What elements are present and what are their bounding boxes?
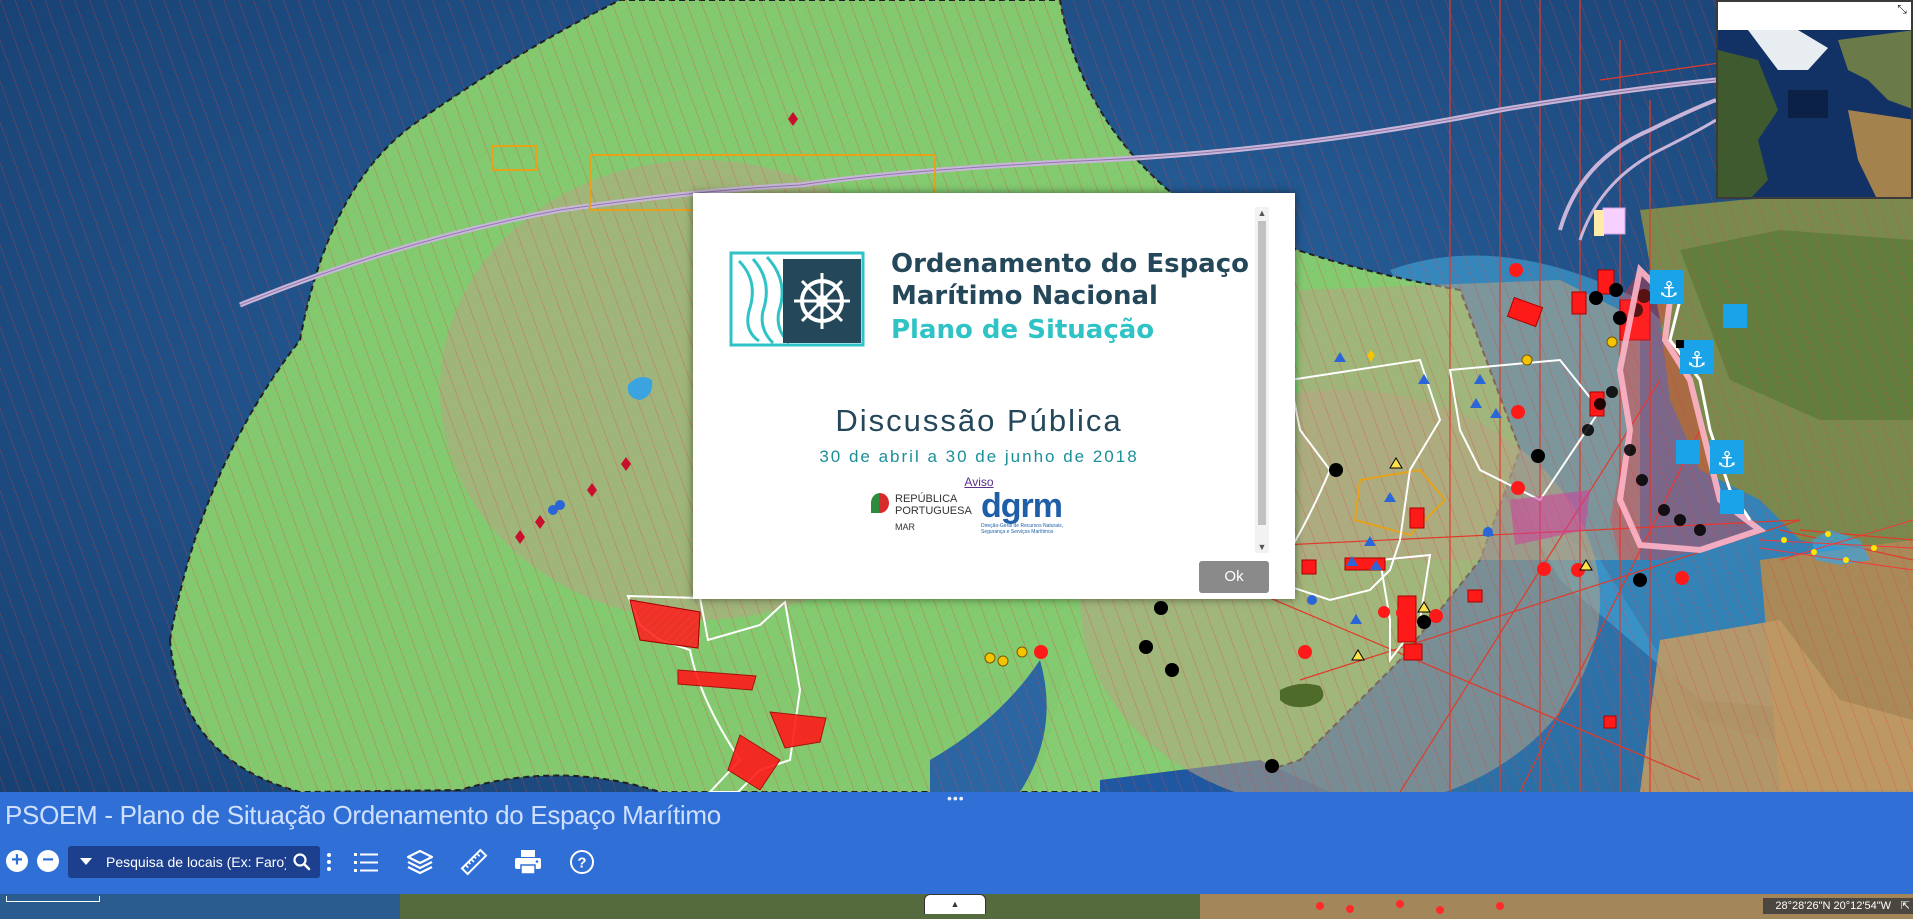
place-search — [68, 846, 320, 878]
republica-logo-line-2: PORTUGUESA — [895, 505, 972, 517]
chevron-up-icon: ▲ — [950, 899, 960, 909]
discussion-dates: 30 de abril a 30 de junho de 2018 — [819, 447, 1139, 466]
scroll-up-icon[interactable]: ▲ — [1255, 207, 1269, 219]
layers-icon[interactable] — [404, 846, 436, 878]
overview-map[interactable]: ⤡ — [1716, 0, 1913, 199]
list-icon[interactable] — [350, 846, 382, 878]
public-discussion-heading: Discussão Pública — [835, 403, 1123, 438]
dialog-content: Ordenamento do Espaço Marítimo Nacional … — [693, 193, 1265, 553]
notice-link[interactable]: Aviso — [693, 475, 1265, 489]
dialog-title-line-1: Ordenamento do Espaço — [891, 249, 1249, 279]
app-title: PSOEM - Plano de Situação Ordenamento do… — [5, 800, 721, 830]
republica-portuguesa-logo: REPÚBLICA PORTUGUESA MAR — [871, 491, 993, 533]
dgrm-logo: dgrm Direção-Geral de Recursos Naturais,… — [981, 489, 1081, 535]
scale-bar — [6, 896, 100, 902]
dialog-title-line-2: Marítimo Nacional — [891, 281, 1158, 311]
announcement-dialog: Ordenamento do Espaço Marítimo Nacional … — [693, 193, 1295, 599]
overview-map-header — [1718, 2, 1911, 30]
psoem-logo-icon — [729, 251, 865, 347]
dialog-scrollbar[interactable]: ▲ ▼ — [1255, 207, 1269, 553]
scroll-down-icon[interactable]: ▼ — [1255, 541, 1269, 553]
zoom-out-icon: − — [42, 849, 54, 871]
dgrm-logo-subtitle: Direção-Geral de Recursos Naturais, Segu… — [981, 523, 1063, 535]
coordinates-toggle-icon[interactable]: ⇱ — [1901, 898, 1910, 914]
svg-text:⚓: ⚓ — [1717, 448, 1737, 473]
republica-logo-line-3: MAR — [895, 522, 915, 532]
expand-panel-tab[interactable]: ▲ — [924, 894, 986, 914]
zoom-in-icon: + — [11, 849, 23, 871]
dialog-title-line-3: Plano de Situação — [891, 315, 1155, 345]
zoom-in-button[interactable]: + — [6, 850, 28, 872]
cursor-coordinates: 28°28'26"N 20°12'54"W — [1763, 898, 1913, 914]
print-icon[interactable] — [512, 846, 544, 878]
svg-text:⚓: ⚓ — [1659, 278, 1679, 303]
overview-map-image — [1718, 30, 1911, 197]
ruler-icon[interactable] — [458, 846, 490, 878]
more-vertical-icon[interactable] — [327, 852, 331, 872]
dgrm-logo-word: dgrm — [981, 487, 1063, 525]
portugal-flag-icon — [871, 493, 889, 513]
svg-text:⚓: ⚓ — [1687, 348, 1707, 373]
overview-collapse-icon[interactable]: ⤡ — [1895, 2, 1909, 16]
place-search-input[interactable] — [106, 846, 286, 878]
help-icon[interactable]: ? — [566, 846, 598, 878]
ok-button[interactable]: Ok — [1199, 561, 1269, 593]
scrollbar-thumb[interactable] — [1258, 221, 1266, 525]
panel-resize-handle-icon[interactable]: ••• — [947, 791, 965, 805]
republica-logo-line-1: REPÚBLICA — [895, 493, 958, 505]
svg-text:?: ? — [577, 855, 586, 872]
dropdown-caret-icon[interactable] — [80, 858, 92, 865]
zoom-out-button[interactable]: − — [37, 850, 59, 872]
search-icon[interactable] — [292, 852, 312, 872]
